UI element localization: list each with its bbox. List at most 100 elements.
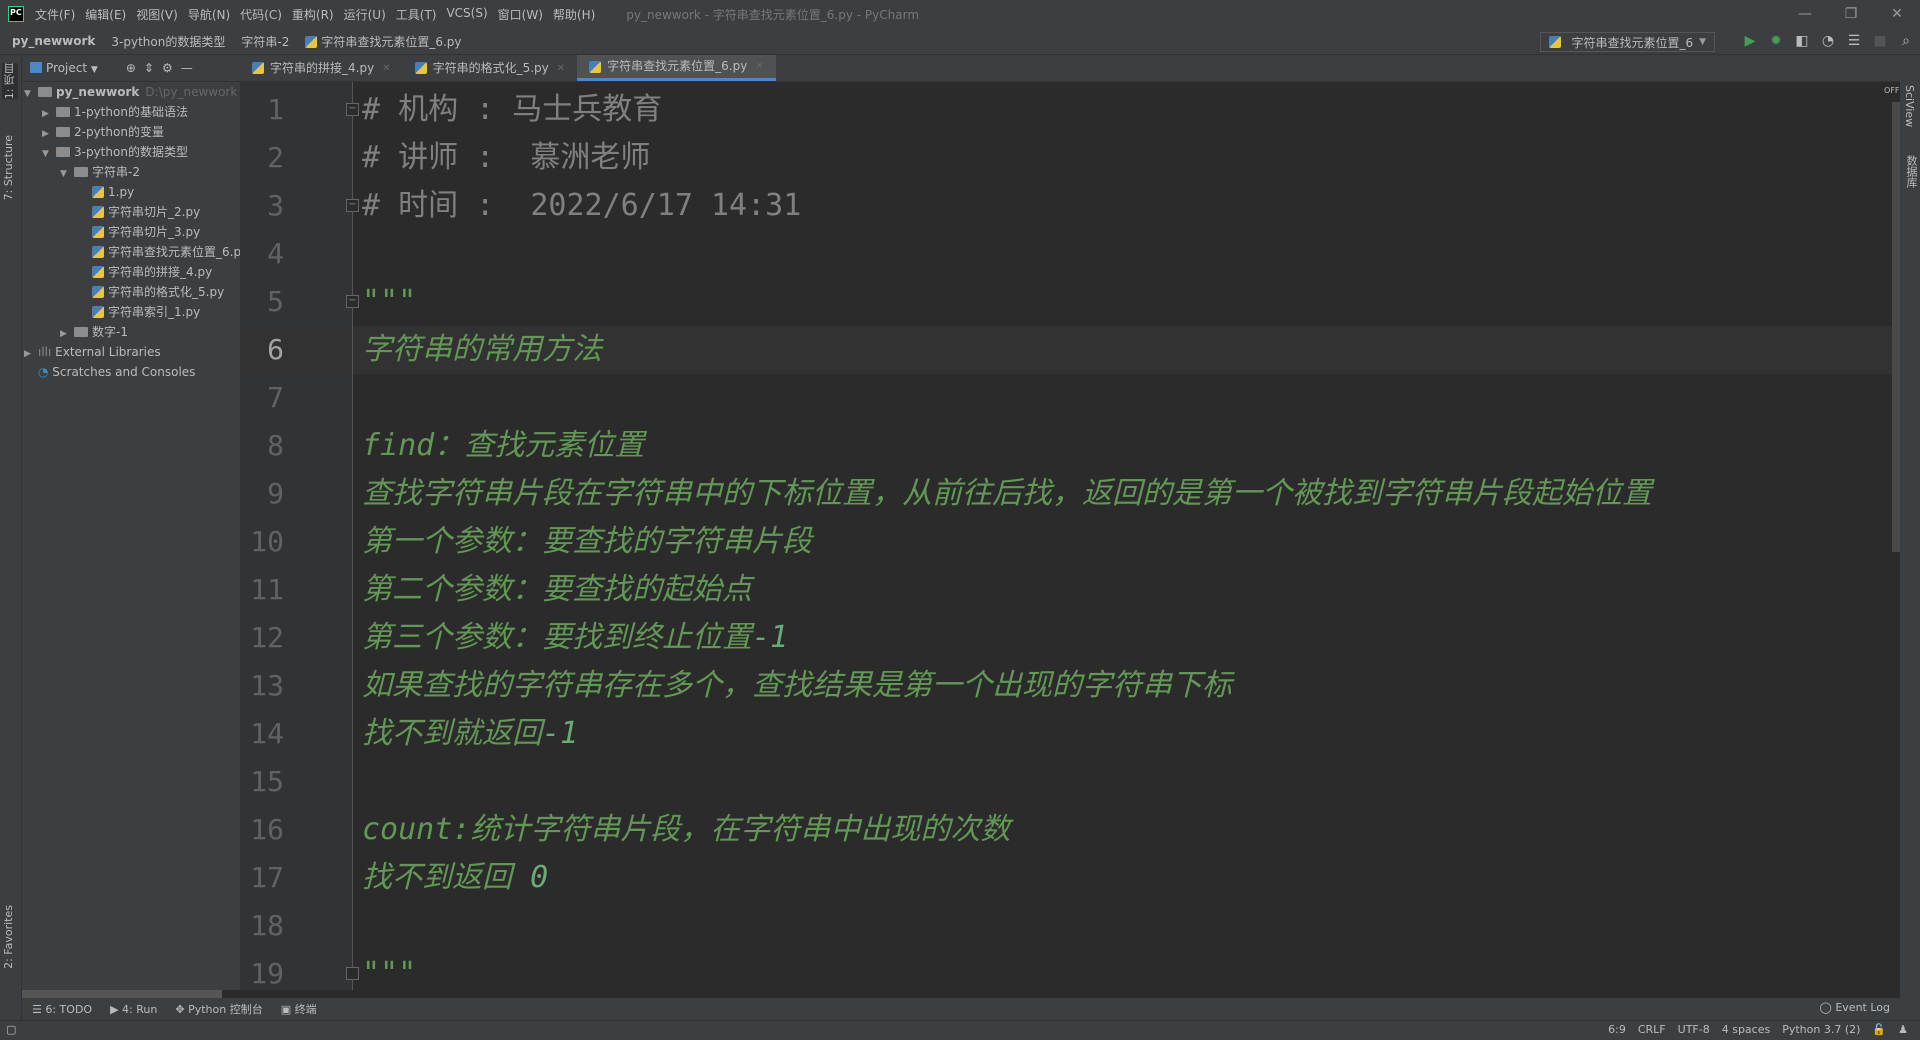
breadcrumb-subfolder[interactable]: 字符串-2 [241, 33, 289, 50]
code-editor[interactable]: 1 # 机构 : 马士兵教育 2 # 讲师 : 慕洲老师 3 # 时间 : 2022/6/… [240, 82, 1892, 990]
fold-end-icon[interactable] [346, 967, 359, 980]
tree-item[interactable]: 字符串的拼接_4.py [78, 262, 212, 282]
python-console-tab[interactable]: ✥ Python 控制台 [175, 1001, 262, 1017]
tree-item[interactable]: ▼ py_newwork D:\py_newwork [24, 82, 237, 102]
code-line[interactable]: """ [362, 950, 416, 990]
tool-tab-favorites[interactable]: 2: Favorites [2, 905, 15, 969]
inspector-icon[interactable]: ♟ [1898, 1023, 1908, 1036]
breadcrumb-file[interactable]: 字符串查找元素位置_6.py [305, 33, 462, 50]
fold-collapse-icon[interactable]: − [346, 295, 359, 308]
close-tab-icon[interactable]: ✕ [755, 53, 763, 80]
fold-end-icon[interactable]: − [346, 199, 359, 212]
code-line[interactable]: count:统计字符串片段，在字符串中出现的次数 [362, 806, 1010, 854]
toggle-tool-windows-icon[interactable]: ▢ [6, 1023, 16, 1036]
tree-item[interactable]: ▼ 3-python的数据类型 [42, 142, 188, 162]
tree-item[interactable]: ▶ 2-python的变量 [42, 122, 164, 142]
expanded-arrow-icon[interactable]: ▼ [24, 84, 38, 104]
tab-2[interactable]: 字符串的格式化_5.py ✕ [403, 55, 578, 81]
debug-icon[interactable]: ✹ [1768, 31, 1784, 51]
code-line[interactable]: 找不到返回 0 [362, 854, 548, 902]
collapse-all-icon[interactable]: ⇕ [144, 61, 154, 75]
minimize-icon[interactable]: — [1782, 0, 1828, 28]
run-config-dropdown[interactable]: 字符串查找元素位置_6 ▼ [1540, 32, 1715, 52]
tree-item[interactable]: ◔ Scratches and Consoles [24, 362, 195, 382]
menu-item[interactable]: 代码(C) [235, 6, 287, 23]
fold-collapse-icon[interactable]: − [346, 103, 359, 116]
code-line[interactable]: # 机构 : 马士兵教育 [362, 86, 662, 134]
code-line[interactable]: 第三个参数：要找到终止位置-1 [362, 614, 788, 662]
caret-position[interactable]: 6:9 [1608, 1023, 1626, 1036]
collapsed-arrow-icon[interactable]: ▶ [42, 104, 56, 124]
run-tab[interactable]: ▶ 4: Run [110, 1003, 157, 1016]
file-encoding[interactable]: UTF-8 [1678, 1023, 1710, 1036]
tool-tab-project[interactable]: 1: 项目 [2, 63, 18, 100]
tool-tab-sciview[interactable]: SciView [1903, 85, 1916, 127]
lock-icon[interactable]: 🔓 [1872, 1023, 1886, 1036]
locate-icon[interactable]: ⊕ [126, 61, 136, 75]
vertical-scrollbar[interactable] [1892, 82, 1900, 990]
tree-item[interactable]: 字符串切片_3.py [78, 222, 200, 242]
expanded-arrow-icon[interactable]: ▼ [60, 164, 74, 184]
code-line[interactable]: 查找字符串片段在字符串中的下标位置，从前往后找，返回的是第一个被找到字符串片段起… [362, 470, 1652, 518]
code-line[interactable]: find：查找元素位置 [362, 422, 644, 470]
tree-item[interactable]: ▶ ıllı External Libraries [24, 342, 161, 362]
code-line[interactable]: 找不到就返回-1 [362, 710, 578, 758]
tree-item[interactable]: ▶ 数字-1 [60, 322, 128, 342]
collapsed-arrow-icon[interactable]: ▶ [60, 324, 74, 344]
code-line[interactable]: 第一个参数：要查找的字符串片段 [362, 518, 812, 566]
menu-item[interactable]: 文件(F) [30, 6, 80, 23]
menu-item[interactable]: 重构(R) [287, 6, 339, 23]
project-view-dropdown[interactable]: Project ▼ [30, 61, 98, 75]
horizontal-scrollbar[interactable] [22, 990, 1900, 998]
menu-item[interactable]: 运行(U) [339, 6, 391, 23]
indent-setting[interactable]: 4 spaces [1722, 1023, 1771, 1036]
concurrency-icon[interactable]: ☰ [1846, 31, 1862, 51]
tree-item[interactable]: 字符串查找元素位置_6.py [78, 242, 240, 262]
close-tab-icon[interactable]: ✕ [557, 55, 565, 82]
code-line[interactable]: 如果查找的字符串存在多个，查找结果是第一个出现的字符串下标 [362, 662, 1232, 710]
tree-item[interactable]: 字符串索引_1.py [78, 302, 200, 322]
todo-tab[interactable]: ☰ 6: TODO [32, 1003, 92, 1016]
menu-item[interactable]: 视图(V) [131, 6, 183, 23]
gear-icon[interactable]: ⚙ [162, 61, 173, 75]
profile-icon[interactable]: ◔ [1820, 31, 1836, 51]
tool-tab-database[interactable]: 数据库 [1903, 155, 1919, 188]
tree-item[interactable]: ▼ 字符串-2 [60, 162, 140, 182]
code-line[interactable]: # 时间 : 2022/6/17 14:31 [362, 182, 801, 230]
code-line[interactable]: 第二个参数：要查找的起始点 [362, 566, 752, 614]
stop-icon[interactable]: ■ [1872, 31, 1888, 51]
tab-3[interactable]: 字符串查找元素位置_6.py ✕ [577, 55, 776, 81]
menu-item[interactable]: 帮助(H) [548, 6, 600, 23]
code-line[interactable]: """ [362, 278, 416, 326]
tree-item[interactable]: 字符串的格式化_5.py [78, 282, 224, 302]
collapsed-arrow-icon[interactable]: ▶ [24, 344, 38, 364]
code-line[interactable]: # 讲师 : 慕洲老师 [362, 134, 650, 182]
tree-item[interactable]: ▶ 1-python的基础语法 [42, 102, 188, 122]
close-icon[interactable]: ✕ [1874, 0, 1920, 28]
hide-icon[interactable]: — [181, 61, 193, 75]
restore-icon[interactable]: ❐ [1828, 0, 1874, 28]
breadcrumb-project[interactable]: py_newwork [12, 34, 95, 48]
menu-item[interactable]: VCS(S) [441, 6, 492, 23]
tree-item[interactable]: 字符串切片_2.py [78, 202, 200, 222]
expanded-arrow-icon[interactable]: ▼ [42, 144, 56, 164]
run-icon[interactable]: ▶ [1742, 31, 1758, 51]
menu-item[interactable]: 导航(N) [183, 6, 235, 23]
collapsed-arrow-icon[interactable]: ▶ [42, 124, 56, 144]
tab-1[interactable]: 字符串的拼接_4.py ✕ [240, 55, 403, 81]
tool-tab-structure[interactable]: 7: Structure [2, 135, 15, 200]
search-icon[interactable]: ⌕ [1898, 31, 1914, 51]
coverage-icon[interactable]: ◧ [1794, 31, 1810, 51]
code-line[interactable]: 字符串的常用方法 [362, 326, 602, 374]
breadcrumb-folder[interactable]: 3-python的数据类型 [111, 33, 225, 50]
line-separator[interactable]: CRLF [1638, 1023, 1666, 1036]
menu-item[interactable]: 窗口(W) [493, 6, 548, 23]
terminal-tab[interactable]: ▣ 终端 [281, 1001, 317, 1017]
scrollbar-thumb[interactable] [22, 990, 222, 998]
tree-item[interactable]: 1.py [78, 182, 134, 202]
python-interpreter[interactable]: Python 3.7 (2) [1782, 1023, 1860, 1036]
scrollbar-thumb[interactable] [1892, 102, 1900, 552]
menu-item[interactable]: 工具(T) [391, 6, 442, 23]
close-tab-icon[interactable]: ✕ [382, 55, 390, 82]
menu-item[interactable]: 编辑(E) [80, 6, 131, 23]
